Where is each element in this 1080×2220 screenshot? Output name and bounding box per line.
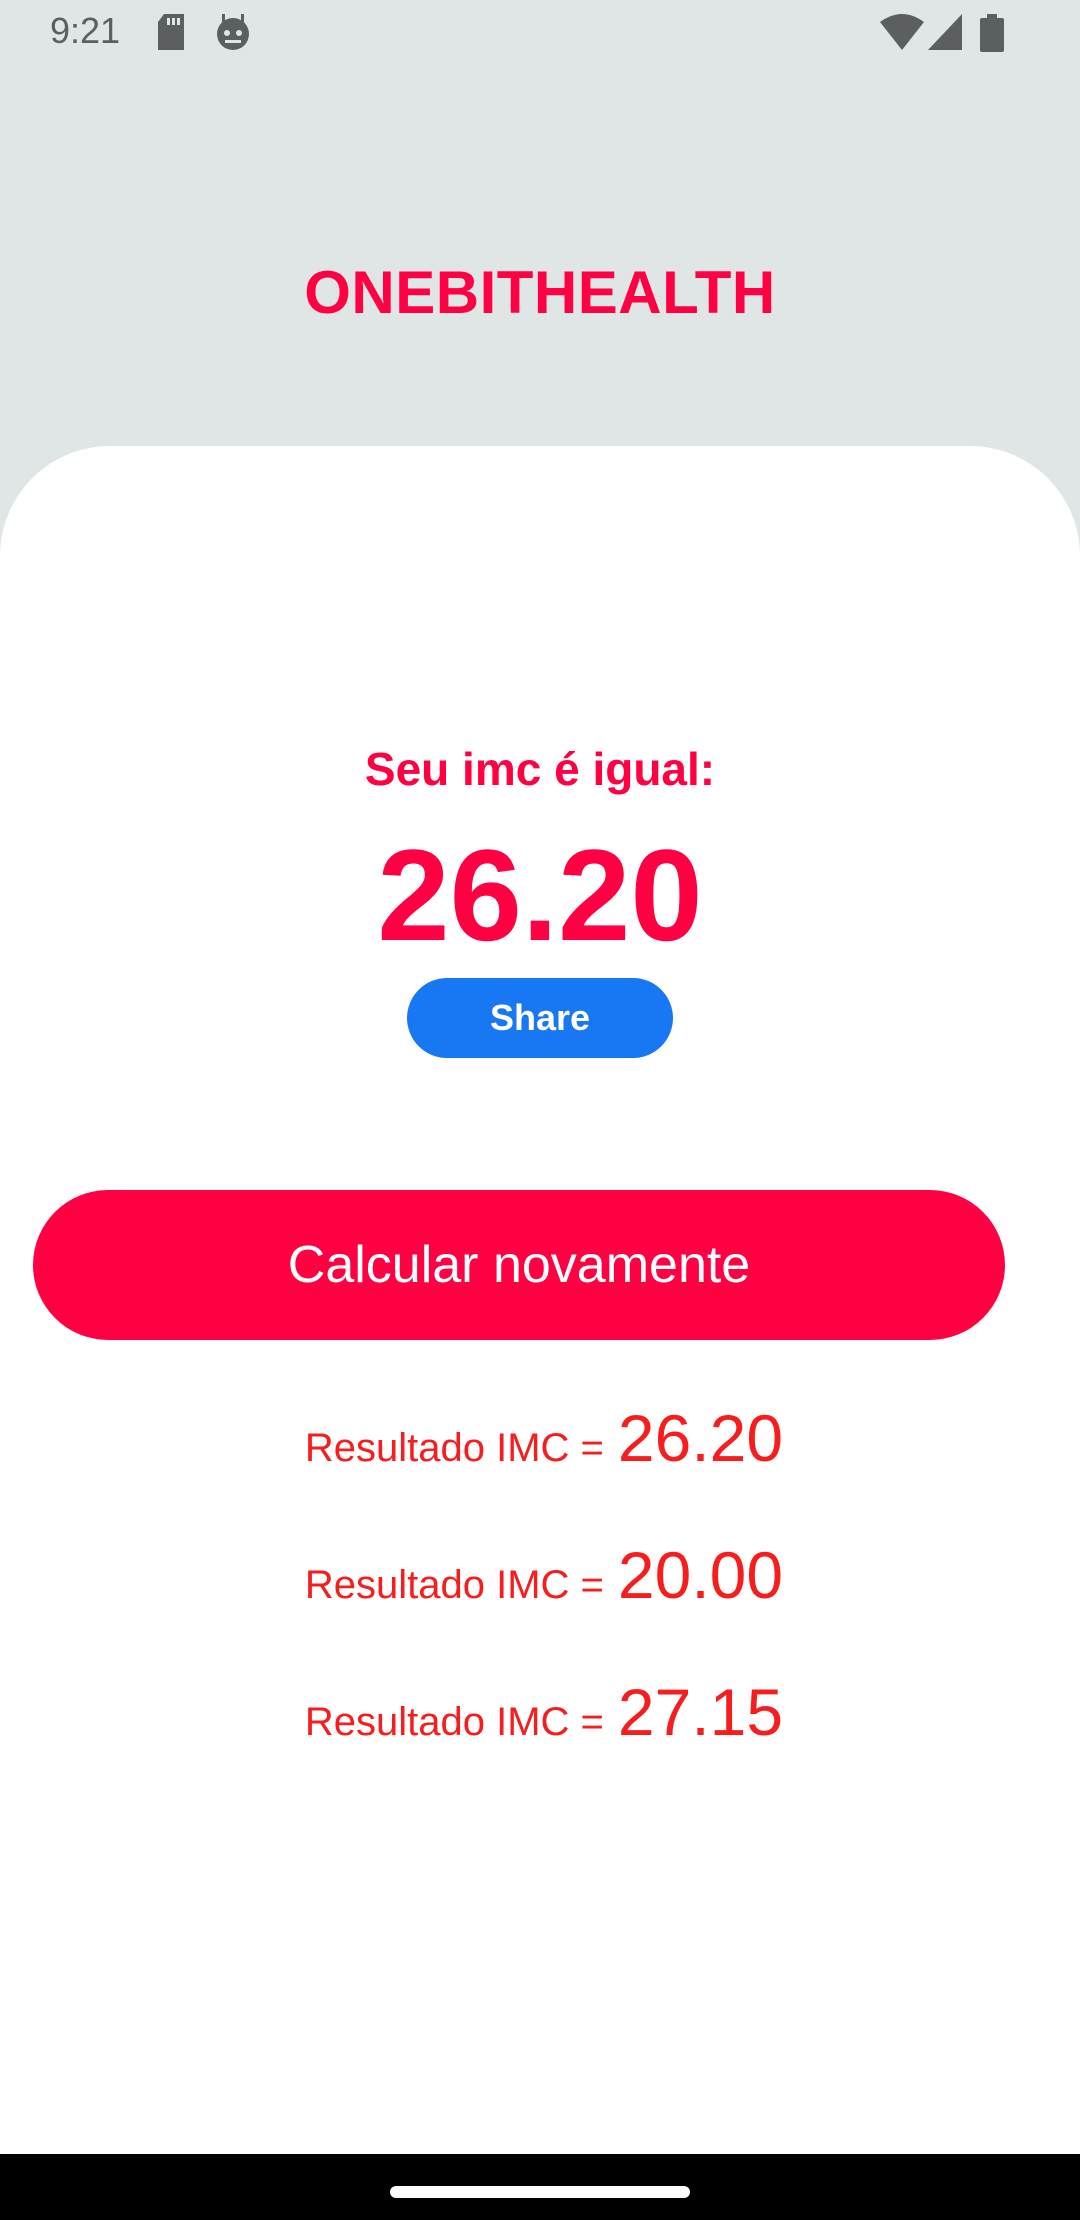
- battery-icon: [980, 14, 1004, 57]
- list-item[interactable]: Resultado IMC = 26.20: [0, 1400, 1080, 1537]
- result-value: 27.15: [617, 1675, 784, 1749]
- share-button[interactable]: Share: [407, 978, 673, 1058]
- result-label: Resultado IMC =: [304, 1563, 604, 1607]
- navigation-bar: [0, 2154, 1080, 2220]
- list-item[interactable]: Resultado IMC = 27.15: [0, 1674, 1080, 1811]
- status-time: 9:21: [50, 10, 121, 51]
- imc-value: 26.20: [377, 822, 703, 968]
- result-value: 20.00: [617, 1538, 784, 1612]
- wifi-icon: [880, 14, 924, 55]
- result-label: Resultado IMC =: [304, 1426, 604, 1470]
- home-gesture-handle[interactable]: [390, 2186, 690, 2198]
- cellular-signal-icon: [928, 14, 962, 55]
- android-debug-icon: [214, 14, 252, 57]
- result-value: 26.20: [617, 1401, 784, 1475]
- results-list[interactable]: Resultado IMC = 26.20 Resultado IMC = 20…: [0, 1400, 1080, 1811]
- app-title: ONEBITHEALTH: [304, 259, 776, 326]
- sd-card-icon: [156, 14, 186, 55]
- imc-label: Seu imc é igual:: [364, 743, 716, 795]
- result-label: Resultado IMC =: [304, 1700, 604, 1744]
- status-bar: 9:21: [0, 0, 1080, 66]
- calculate-again-button[interactable]: Calcular novamente: [33, 1190, 1005, 1340]
- list-item[interactable]: Resultado IMC = 20.00: [0, 1537, 1080, 1674]
